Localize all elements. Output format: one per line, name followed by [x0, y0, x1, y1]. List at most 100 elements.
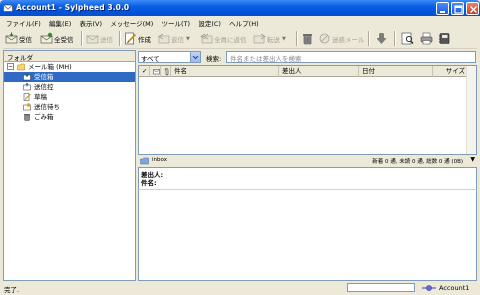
receive-button[interactable]: 受信 [5, 31, 32, 46]
menu-file[interactable]: ファイル(F) [3, 16, 44, 28]
junk-label: 迷惑メール [332, 35, 365, 44]
folder-label-trash: ごみ箱 [34, 113, 54, 121]
filter-select[interactable]: すべて [138, 51, 201, 63]
receive-all-label: 全受信 [54, 35, 74, 44]
search-button[interactable] [401, 31, 415, 46]
app-mail-icon [3, 4, 13, 12]
sent-icon [23, 83, 31, 91]
account-name[interactable]: Account1 [439, 284, 469, 292]
next-button[interactable] [375, 31, 389, 46]
mailbox-root[interactable]: − メール箱 (MH) [4, 62, 135, 72]
folder-icon [140, 157, 149, 165]
compose-label: 作成 [138, 35, 151, 44]
down-arrow-icon [376, 33, 387, 44]
filter-bar: すべて 検索: 件名または差出人を検索 [138, 50, 477, 64]
toolbar-separator [119, 31, 121, 46]
message-preview-body[interactable] [138, 189, 477, 281]
current-folder-name: inbox [152, 157, 167, 163]
maximize-icon [454, 5, 463, 14]
folder-item-trash[interactable]: ごみ箱 [4, 112, 135, 122]
column-size[interactable]: サイズ [433, 66, 467, 77]
toolbar-separator [368, 31, 370, 46]
address-book-button[interactable] [438, 31, 452, 46]
status-dropdown-icon[interactable]: ▼ [470, 156, 475, 163]
folder-item-sent[interactable]: 送信控 [4, 82, 135, 92]
trash-icon [24, 114, 30, 121]
column-from[interactable]: 差出人 [279, 66, 359, 77]
status-bar: 完了. Account1 [3, 282, 477, 294]
menu-view[interactable]: 表示(V) [76, 16, 105, 28]
compose-pencil-icon [125, 32, 137, 45]
reply-all-label: 全員に返信 [214, 35, 247, 44]
progress-box [347, 283, 415, 292]
chevron-down-icon[interactable] [190, 52, 200, 62]
forward-dropdown-icon[interactable]: ▼ [282, 36, 286, 42]
folder-header[interactable]: フォルダ [4, 51, 135, 62]
message-list[interactable]: ✓ 件名 差出人 日付 サイズ [138, 65, 477, 155]
search-label: 検索: [206, 55, 222, 63]
message-preview-header: 差出人: 件名: [138, 167, 477, 189]
reply-icon [158, 33, 170, 44]
search-input[interactable]: 件名または差出人を検索 [226, 51, 476, 63]
print-button[interactable] [420, 31, 434, 46]
folder-label-drafts: 草稿 [34, 93, 47, 101]
trash-can-icon [303, 34, 312, 45]
message-counts: 新着 0 通, 未読 0 通, 総数 0 通 (0B) [372, 159, 463, 165]
address-book-icon [439, 33, 450, 44]
paperclip-icon [164, 67, 169, 75]
reply-all-button[interactable]: 全員に返信 [200, 31, 247, 46]
toolbar-separator [81, 31, 83, 46]
drafts-icon [23, 93, 31, 101]
menu-edit[interactable]: 編集(E) [46, 16, 74, 28]
message-list-scrollbar[interactable] [466, 66, 476, 154]
send-icon [86, 35, 99, 44]
send-button[interactable]: 送信 [86, 31, 113, 46]
folder-label-inbox: 受信箱 [34, 73, 54, 81]
forward-label: 転送 [267, 35, 280, 44]
send-label: 送信 [100, 35, 113, 44]
reply-dropdown-icon[interactable]: ▼ [186, 36, 190, 42]
title-bar[interactable]: Account1 - Sylpheed 3.0.0 [0, 0, 480, 16]
window-title: Account1 - Sylpheed 3.0.0 [16, 3, 130, 12]
receive-mail-icon [5, 32, 18, 44]
column-unread[interactable] [150, 66, 161, 77]
online-status-icon[interactable] [421, 284, 437, 292]
reply-all-icon [200, 33, 213, 44]
preview-from-label: 差出人: [141, 171, 164, 179]
forward-button[interactable]: 転送 ▼ [253, 31, 286, 46]
delete-button[interactable] [301, 31, 315, 46]
inbox-icon [23, 73, 31, 81]
minimize-button[interactable] [436, 2, 449, 15]
column-attachment[interactable] [161, 66, 171, 77]
menu-message[interactable]: メッセージ(M) [107, 16, 156, 28]
toolbar: 受信 全受信 送信 作成 返信 ▼ 全員に返信 転送 ▼ 迷惑メール [3, 28, 477, 49]
preview-subject-label: 件名: [141, 179, 157, 187]
forward-icon [253, 33, 266, 44]
column-mark[interactable]: ✓ [139, 66, 150, 77]
receive-all-icon [40, 32, 53, 44]
close-button[interactable] [466, 2, 479, 15]
maximize-button[interactable] [451, 2, 464, 15]
menu-tools[interactable]: ツール(T) [159, 16, 194, 28]
minimize-icon [440, 11, 445, 13]
printer-icon [420, 32, 433, 45]
column-date[interactable]: 日付 [359, 66, 433, 77]
compose-button[interactable]: 作成 [124, 31, 151, 46]
folder-item-drafts[interactable]: 草稿 [4, 92, 135, 102]
receive-all-button[interactable]: 全受信 [40, 31, 74, 46]
junk-icon [319, 33, 330, 44]
mailbox-label: メール箱 (MH) [28, 63, 72, 71]
menu-settings[interactable]: 設定(C) [195, 16, 224, 28]
reply-button[interactable]: 返信 ▼ [157, 31, 190, 46]
junk-button[interactable]: 迷惑メール [318, 31, 365, 46]
collapse-icon[interactable]: − [7, 63, 14, 70]
column-subject[interactable]: 件名 [171, 66, 279, 77]
folder-status-line: inbox 新着 0 通, 未読 0 通, 総数 0 通 (0B) ▼ [138, 156, 477, 166]
folder-item-queue[interactable]: 送信待ち [4, 102, 135, 112]
status-text: 完了. [4, 286, 20, 294]
folder-pane: フォルダ − メール箱 (MH) 受信箱 送信控 草稿 送信待ち ごみ箱 [3, 50, 136, 281]
menu-help[interactable]: ヘルプ(H) [226, 16, 261, 28]
close-icon [470, 6, 477, 13]
toolbar-separator [394, 31, 396, 46]
folder-item-inbox[interactable]: 受信箱 [4, 72, 135, 82]
